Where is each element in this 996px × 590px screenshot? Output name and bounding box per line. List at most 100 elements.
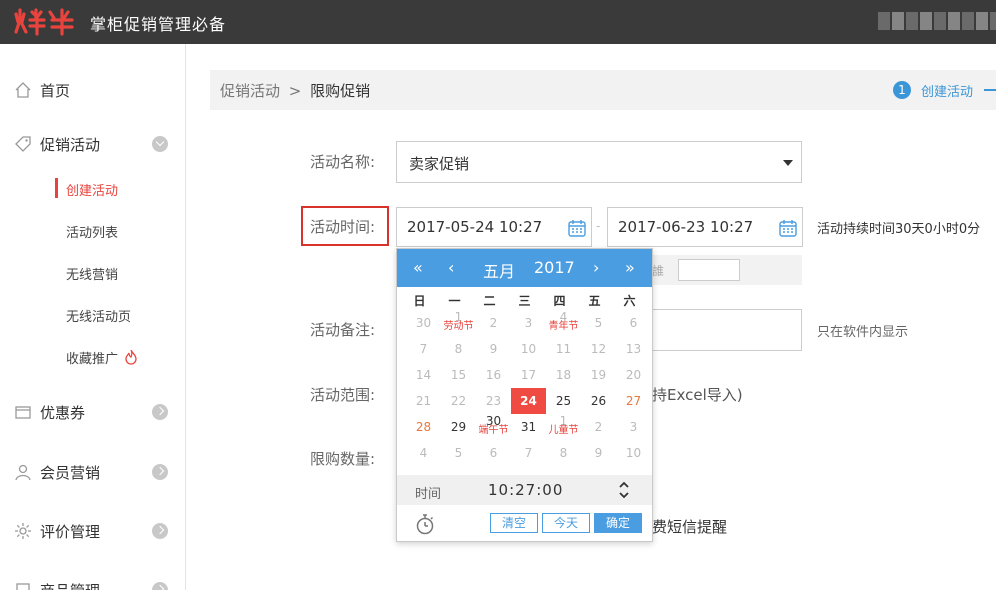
calendar-day[interactable]: 8 <box>441 336 476 362</box>
calendar-day[interactable]: 12 <box>581 336 616 362</box>
calendar-day[interactable]: 1 劳动节 <box>441 310 476 336</box>
sidebar-subitem-wireless-page[interactable]: 无线活动页 <box>66 306 131 325</box>
year-label[interactable]: 2017 <box>534 258 575 277</box>
day-number: 27 <box>625 394 642 408</box>
prev-month-button[interactable]: ‹ <box>448 258 454 277</box>
top-header: 掌柜促销管理必备 <box>0 0 996 44</box>
calendar-icon[interactable] <box>567 218 587 238</box>
day-number: 31 <box>520 420 537 434</box>
sidebar-item-home[interactable]: 首页 <box>0 70 186 110</box>
sidebar-subitem-activity-list[interactable]: 活动列表 <box>66 222 118 241</box>
stopwatch-icon[interactable] <box>415 513 435 535</box>
confirm-button[interactable]: 确定 <box>594 513 642 533</box>
festival-label: 端午节 <box>478 425 509 436</box>
calendar-day[interactable]: 23 <box>476 388 511 414</box>
time-label: 时间 <box>415 487 442 502</box>
month-label[interactable]: 五月 <box>483 258 515 282</box>
calendar-day[interactable]: 27 <box>616 388 651 414</box>
box-icon <box>16 583 30 590</box>
calendar-day[interactable]: 30 端午节 <box>476 414 511 440</box>
calendar-day[interactable]: 2 <box>581 414 616 440</box>
next-month-button[interactable]: › <box>593 258 599 277</box>
remark-hint: 只在软件内显示 <box>817 325 909 340</box>
sidebar-item-label: 首页 <box>40 81 71 100</box>
chevron-down-icon[interactable] <box>152 136 168 152</box>
festival-label: 青年节 <box>548 321 579 332</box>
calendar-day[interactable]: 9 <box>476 336 511 362</box>
breadcrumb-parent[interactable]: 促销活动 <box>220 82 280 100</box>
calendar-day[interactable]: 14 <box>406 362 441 388</box>
calendar-day[interactable]: 10 <box>511 336 546 362</box>
sidebar-item-review-management[interactable]: 评价管理 <box>0 511 186 551</box>
calendar-day-selected[interactable]: 24 <box>511 388 546 414</box>
clear-button[interactable]: 清空 <box>490 513 538 533</box>
calendar-day[interactable]: 4 青年节 <box>546 310 581 336</box>
calendar-day[interactable]: 1 儿童节 <box>546 414 581 440</box>
calendar-day[interactable]: 9 <box>581 440 616 466</box>
calendar-footer: 清空 今天 确定 <box>397 507 652 541</box>
calendar-icon[interactable] <box>778 218 798 238</box>
next-year-button[interactable]: » <box>625 258 635 277</box>
end-time-input[interactable]: 2017-06-23 10:27 <box>607 207 803 247</box>
chevron-right-icon[interactable] <box>152 404 168 420</box>
calendar-header: « ‹ 五月 2017 › » <box>397 249 652 287</box>
prev-year-button[interactable]: « <box>413 258 423 277</box>
day-number: 21 <box>415 394 432 408</box>
calendar-day[interactable]: 18 <box>546 362 581 388</box>
calendar-day[interactable]: 11 <box>546 336 581 362</box>
gear-icon <box>15 523 31 539</box>
calendar-day[interactable]: 10 <box>616 440 651 466</box>
day-number: 26 <box>590 394 607 408</box>
calendar-day[interactable]: 15 <box>441 362 476 388</box>
time-stepper-icon[interactable] <box>617 479 631 501</box>
calendar-day[interactable]: 7 <box>511 440 546 466</box>
chevron-right-icon[interactable] <box>152 523 168 539</box>
day-number: 5 <box>454 446 463 460</box>
activity-remark-input[interactable] <box>640 309 802 351</box>
sidebar-subitem-wireless-marketing[interactable]: 无线营销 <box>66 264 118 283</box>
calendar-day[interactable]: 5 <box>441 440 476 466</box>
calendar-day[interactable]: 8 <box>546 440 581 466</box>
calendar-day[interactable]: 6 <box>476 440 511 466</box>
sidebar-item-promotions[interactable]: 促销活动 <box>0 124 186 164</box>
day-number: 17 <box>520 368 537 382</box>
sidebar-item-label: 会员营销 <box>40 463 101 482</box>
small-input[interactable] <box>678 259 740 281</box>
calendar-day[interactable]: 5 <box>581 310 616 336</box>
calendar-day[interactable]: 21 <box>406 388 441 414</box>
calendar-day[interactable]: 22 <box>441 388 476 414</box>
start-time-input[interactable]: 2017-05-24 10:27 <box>396 207 592 247</box>
calendar-day[interactable]: 3 <box>616 414 651 440</box>
today-button[interactable]: 今天 <box>542 513 590 533</box>
calendar-day[interactable]: 7 <box>406 336 441 362</box>
calendar-day[interactable]: 28 <box>406 414 441 440</box>
fire-icon <box>125 349 137 365</box>
calendar-day[interactable]: 19 <box>581 362 616 388</box>
time-range-separator: - <box>596 219 601 233</box>
calendar-day[interactable]: 25 <box>546 388 581 414</box>
chevron-right-icon[interactable] <box>152 464 168 480</box>
calendar-day[interactable]: 16 <box>476 362 511 388</box>
time-value[interactable]: 10:27:00 <box>488 481 563 499</box>
sidebar-item-member-marketing[interactable]: 会员营销 <box>0 452 186 492</box>
day-number: 10 <box>520 342 537 356</box>
calendar-day[interactable]: 2 <box>476 310 511 336</box>
day-number: 15 <box>450 368 467 382</box>
calendar-day[interactable]: 13 <box>616 336 651 362</box>
day-number: 2 <box>489 316 498 330</box>
calendar-day[interactable]: 20 <box>616 362 651 388</box>
sidebar-item-coupons[interactable]: 优惠券 <box>0 392 186 432</box>
sidebar-subitem-favorite-promo[interactable]: 收藏推广 <box>66 348 138 367</box>
day-number: 7 <box>419 342 428 356</box>
calendar-day[interactable]: 17 <box>511 362 546 388</box>
sidebar-item-product-management[interactable]: 商品管理 <box>0 570 186 590</box>
user-avatar-blurred[interactable] <box>878 12 996 30</box>
calendar-day[interactable]: 26 <box>581 388 616 414</box>
chevron-right-icon[interactable] <box>152 582 168 590</box>
activity-name-select[interactable]: 卖家促销 <box>396 141 802 183</box>
calendar-day[interactable]: 4 <box>406 440 441 466</box>
step-label: 创建活动 <box>921 85 974 100</box>
calendar-day[interactable]: 6 <box>616 310 651 336</box>
sidebar-subitem-create-activity[interactable]: 创建活动 <box>66 180 118 199</box>
day-number: 8 <box>559 446 568 460</box>
